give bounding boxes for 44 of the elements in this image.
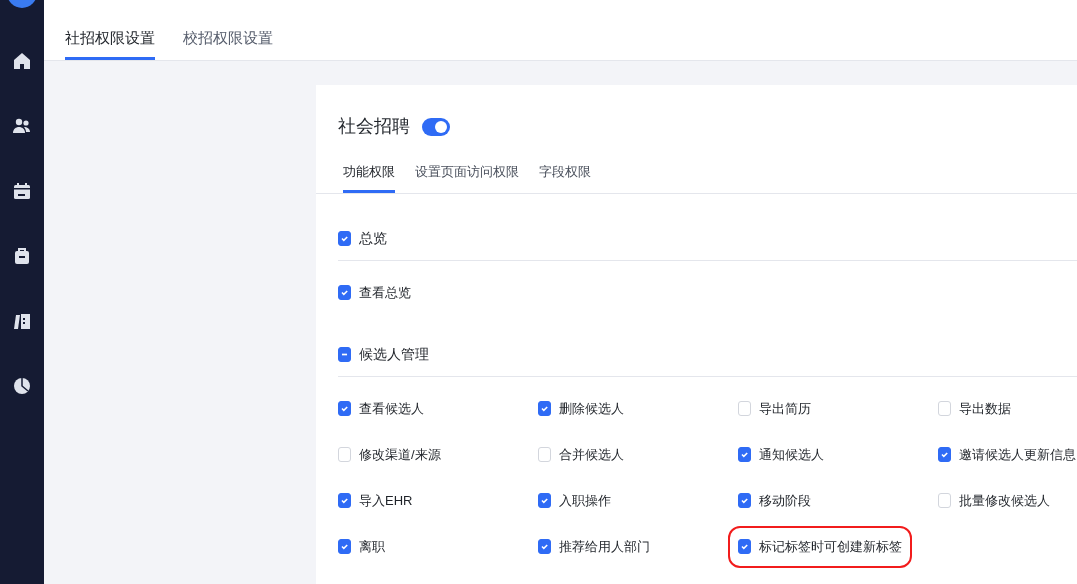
tab[interactable]: 功能权限 (343, 162, 395, 193)
permission-label: 导出数据 (959, 399, 1011, 418)
tab[interactable]: 校招权限设置 (183, 28, 273, 60)
permission-label: 批量修改候选人 (959, 491, 1050, 510)
checkbox[interactable] (538, 401, 551, 416)
permission-label: 邀请候选人更新信息 (959, 445, 1076, 464)
permission-label: 通知候选人 (759, 445, 824, 464)
permission-label: 移动阶段 (759, 491, 811, 510)
permission-label: 合并候选人 (559, 445, 624, 464)
users-icon[interactable] (12, 116, 32, 136)
home-icon[interactable] (12, 51, 32, 71)
checkbox[interactable] (338, 539, 351, 554)
permission-label: 导入EHR (359, 491, 413, 510)
permission-label: 删除候选人 (559, 399, 624, 418)
checkbox[interactable] (738, 539, 751, 554)
calendar-icon[interactable] (12, 181, 32, 201)
permission-label: 修改渠道/来源 (359, 445, 441, 464)
tab[interactable]: 社招权限设置 (65, 28, 155, 60)
checkbox[interactable] (938, 447, 951, 462)
tab[interactable]: 设置页面访问权限 (415, 162, 519, 193)
checkbox[interactable] (738, 447, 751, 462)
permission-label: 推荐给用人部门 (559, 537, 650, 556)
checkbox[interactable] (338, 401, 351, 416)
permission-label: 查看候选人 (359, 399, 424, 418)
group-label: 候选人管理 (359, 344, 429, 364)
permission-label: 入职操作 (559, 491, 611, 510)
checkbox[interactable] (338, 285, 351, 300)
group-label: 总览 (359, 228, 387, 248)
checkbox[interactable] (338, 230, 351, 246)
panel-title: 社会招聘 (338, 115, 410, 138)
tab[interactable]: 字段权限 (539, 162, 591, 193)
checkbox[interactable] (338, 493, 351, 508)
toggle-switch[interactable] (422, 117, 450, 136)
checkbox[interactable] (338, 346, 351, 362)
permission-label: 导出简历 (759, 399, 811, 418)
permission-label: 离职 (359, 537, 385, 556)
pie-chart-icon[interactable] (12, 376, 32, 396)
book-icon[interactable] (12, 311, 32, 331)
briefcase-icon[interactable] (12, 246, 32, 266)
permission-label: 标记标签时可创建新标签 (759, 537, 902, 556)
checkbox[interactable] (738, 493, 751, 508)
checkbox[interactable] (538, 493, 551, 508)
permission-label: 查看总览 (359, 283, 411, 302)
checkbox[interactable] (538, 539, 551, 554)
